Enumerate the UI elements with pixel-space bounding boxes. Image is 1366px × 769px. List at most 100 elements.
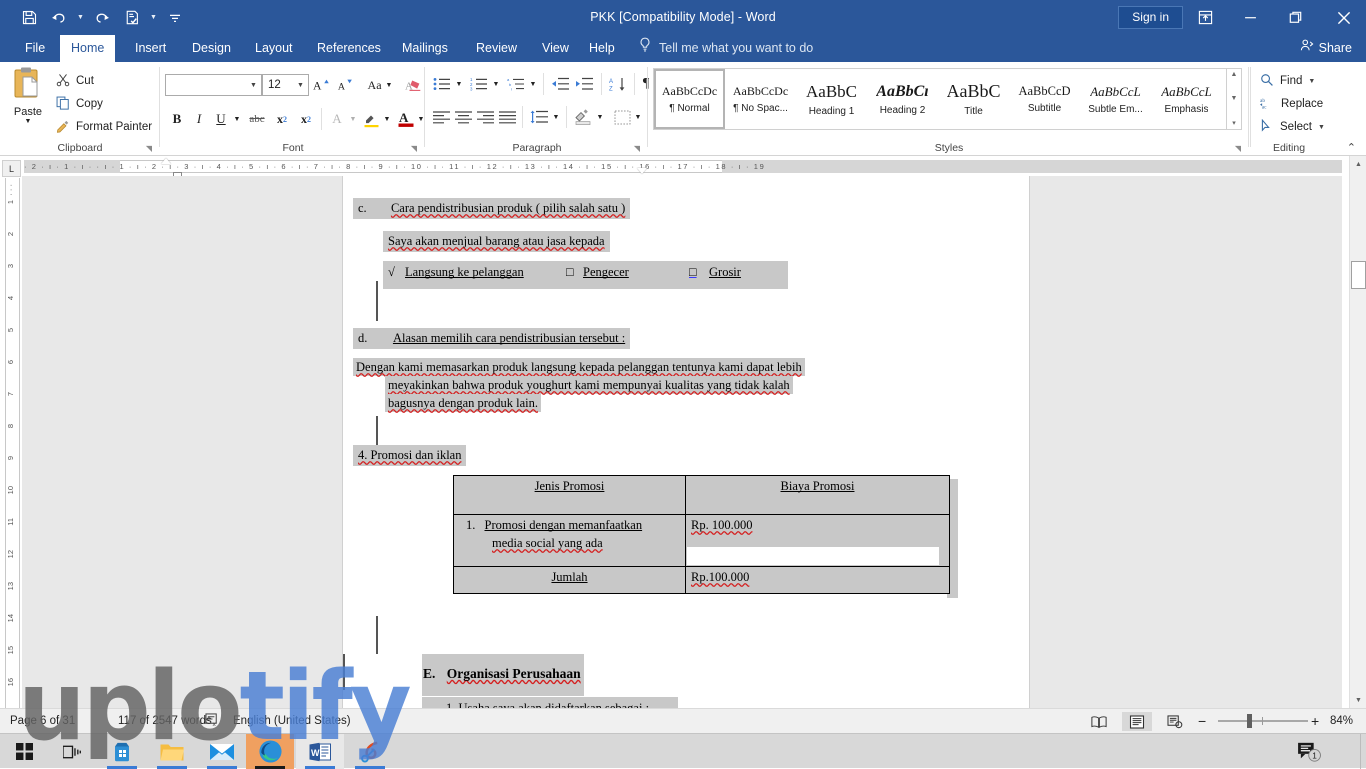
- web-layout-icon[interactable]: [1160, 712, 1190, 731]
- zoom-slider-handle[interactable]: [1247, 714, 1252, 728]
- word-count[interactable]: 117 of 2547 words: [118, 709, 212, 734]
- copy-button[interactable]: Copy: [56, 93, 103, 115]
- line-spacing-icon[interactable]: [527, 106, 551, 128]
- justify-icon[interactable]: [496, 106, 518, 128]
- text-effects-dropdown-icon[interactable]: ▼: [347, 108, 359, 130]
- style-subtitle[interactable]: AaBbCcD Subtitle: [1009, 69, 1080, 129]
- share-button[interactable]: Share: [1300, 35, 1352, 62]
- paragraph-dialog-launcher[interactable]: ◥: [634, 144, 640, 153]
- promosi-table[interactable]: Jenis Promosi Biaya Promosi 1. Promosi d…: [453, 475, 950, 594]
- proofing-errors-icon[interactable]: x: [205, 709, 220, 734]
- tab-layout[interactable]: Layout: [244, 35, 304, 62]
- styles-scrollbar[interactable]: ▲ ▼ ▾: [1227, 68, 1242, 130]
- strikethrough-icon[interactable]: abc: [245, 108, 269, 130]
- shading-icon[interactable]: [571, 106, 595, 128]
- numbering-dropdown-icon[interactable]: ▼: [490, 73, 502, 95]
- decrease-indent-icon[interactable]: [548, 73, 572, 95]
- tab-references[interactable]: References: [306, 35, 392, 62]
- format-painter-button[interactable]: Format Painter: [56, 116, 152, 138]
- first-line-indent-marker[interactable]: [161, 158, 171, 164]
- document-page[interactable]: c. Cara pendistribusian produk ( pilih s…: [343, 176, 1029, 708]
- horizontal-ruler[interactable]: · 2 · ı · 1 · ı · · ı · 1 · ı · 2 · ı · …: [24, 158, 1342, 175]
- page-indicator[interactable]: Page 6 of 31: [10, 709, 75, 734]
- zoom-out-button[interactable]: −: [1198, 709, 1206, 734]
- tell-me-search[interactable]: Tell me what you want to do: [638, 35, 813, 62]
- document-canvas[interactable]: c. Cara pendistribusian produk ( pilih s…: [22, 176, 1342, 708]
- style-normal[interactable]: AaBbCcDc ¶ Normal: [654, 69, 725, 129]
- bullets-dropdown-icon[interactable]: ▼: [453, 73, 465, 95]
- style-heading-2[interactable]: AaBbCı Heading 2: [867, 69, 938, 129]
- font-name-input[interactable]: ▼: [165, 74, 262, 96]
- underline-dropdown-icon[interactable]: ▼: [231, 108, 243, 130]
- read-mode-icon[interactable]: [1084, 712, 1114, 731]
- chevron-up-icon[interactable]: ▲: [1231, 71, 1238, 78]
- subscript-icon[interactable]: x2: [271, 108, 293, 130]
- mail-icon[interactable]: [198, 734, 246, 769]
- borders-icon[interactable]: [610, 106, 634, 128]
- snipping-tool-icon[interactable]: [346, 734, 394, 769]
- tab-view[interactable]: View: [531, 35, 580, 62]
- line-spacing-dropdown-icon[interactable]: ▼: [550, 106, 562, 128]
- find-button[interactable]: Find ▼: [1260, 70, 1315, 92]
- align-center-icon[interactable]: [452, 106, 474, 128]
- bold-icon[interactable]: B: [167, 108, 187, 130]
- scroll-down-icon[interactable]: ▼: [1351, 692, 1366, 708]
- microsoft-store-icon[interactable]: [98, 734, 146, 769]
- change-case-icon[interactable]: Aa▼: [363, 74, 397, 96]
- font-color-icon[interactable]: A: [395, 108, 417, 130]
- clipboard-dialog-launcher[interactable]: ◥: [146, 144, 152, 153]
- collapse-ribbon-icon[interactable]: ⌃: [1347, 141, 1356, 154]
- style-heading-1[interactable]: AaBbC Heading 1: [796, 69, 867, 129]
- increase-indent-icon[interactable]: [572, 73, 596, 95]
- vertical-ruler[interactable]: · · · 1 2 3 4 5 6 7 8 9 10 11 12 13 14 1…: [5, 178, 20, 708]
- cut-button[interactable]: Cut: [56, 70, 94, 92]
- text-effects-icon[interactable]: A: [327, 108, 347, 130]
- language-indicator[interactable]: English (United States): [233, 709, 351, 734]
- replace-button[interactable]: abac Replace: [1260, 93, 1323, 115]
- chevron-down-icon[interactable]: ▼: [1231, 95, 1238, 102]
- select-dropdown-icon[interactable]: ▼: [1318, 124, 1325, 131]
- styles-dialog-launcher[interactable]: ◥: [1235, 144, 1241, 153]
- vertical-scrollbar[interactable]: ▲ ▼: [1349, 156, 1366, 708]
- word-icon[interactable]: W: [296, 734, 344, 769]
- underline-icon[interactable]: U: [211, 108, 231, 130]
- tab-mailings[interactable]: Mailings: [391, 35, 459, 62]
- tab-file[interactable]: File: [14, 35, 56, 62]
- customize-qat-icon[interactable]: [160, 4, 190, 32]
- task-view-button[interactable]: [48, 734, 96, 769]
- minimize-button[interactable]: [1228, 0, 1273, 35]
- font-dialog-launcher[interactable]: ◥: [411, 144, 417, 153]
- ribbon-display-options-icon[interactable]: [1183, 0, 1228, 35]
- clear-formatting-icon[interactable]: A: [403, 74, 425, 96]
- style-emphasis[interactable]: AaBbCcL Emphasis: [1151, 69, 1222, 129]
- undo-dropdown-icon[interactable]: ▼: [74, 4, 87, 32]
- sort-icon[interactable]: AZ: [606, 73, 630, 95]
- numbering-icon[interactable]: 123: [467, 73, 491, 95]
- tab-stop-selector[interactable]: L: [2, 160, 21, 177]
- highlight-dropdown-icon[interactable]: ▼: [381, 108, 393, 130]
- multilevel-list-icon[interactable]: abi: [504, 73, 528, 95]
- file-explorer-icon[interactable]: [148, 734, 196, 769]
- font-name-dropdown-icon[interactable]: ▼: [246, 82, 261, 89]
- sign-in-button[interactable]: Sign in: [1118, 6, 1183, 29]
- font-size-input[interactable]: 12 ▼: [262, 74, 309, 96]
- superscript-icon[interactable]: x2: [295, 108, 317, 130]
- zoom-level[interactable]: 84%: [1330, 709, 1353, 734]
- scrollbar-thumb[interactable]: [1351, 261, 1366, 289]
- zoom-slider[interactable]: [1218, 720, 1308, 722]
- zoom-in-button[interactable]: +: [1311, 709, 1319, 734]
- save-icon[interactable]: [14, 4, 44, 32]
- scroll-up-icon[interactable]: ▲: [1351, 156, 1366, 172]
- tab-home[interactable]: Home: [60, 35, 115, 62]
- undo-icon[interactable]: [44, 4, 74, 32]
- multilevel-dropdown-icon[interactable]: ▼: [527, 73, 539, 95]
- shading-dropdown-icon[interactable]: ▼: [594, 106, 606, 128]
- maximize-button[interactable]: [1273, 0, 1318, 35]
- styles-more-icon[interactable]: ▾: [1232, 119, 1236, 127]
- shrink-font-icon[interactable]: A: [335, 74, 357, 96]
- close-button[interactable]: [1321, 0, 1366, 35]
- align-right-icon[interactable]: [474, 106, 496, 128]
- paste-dropdown-icon[interactable]: ▼: [25, 119, 32, 125]
- style-no-spacing[interactable]: AaBbCcDc ¶ No Spac...: [725, 69, 796, 129]
- tab-help[interactable]: Help: [578, 35, 626, 62]
